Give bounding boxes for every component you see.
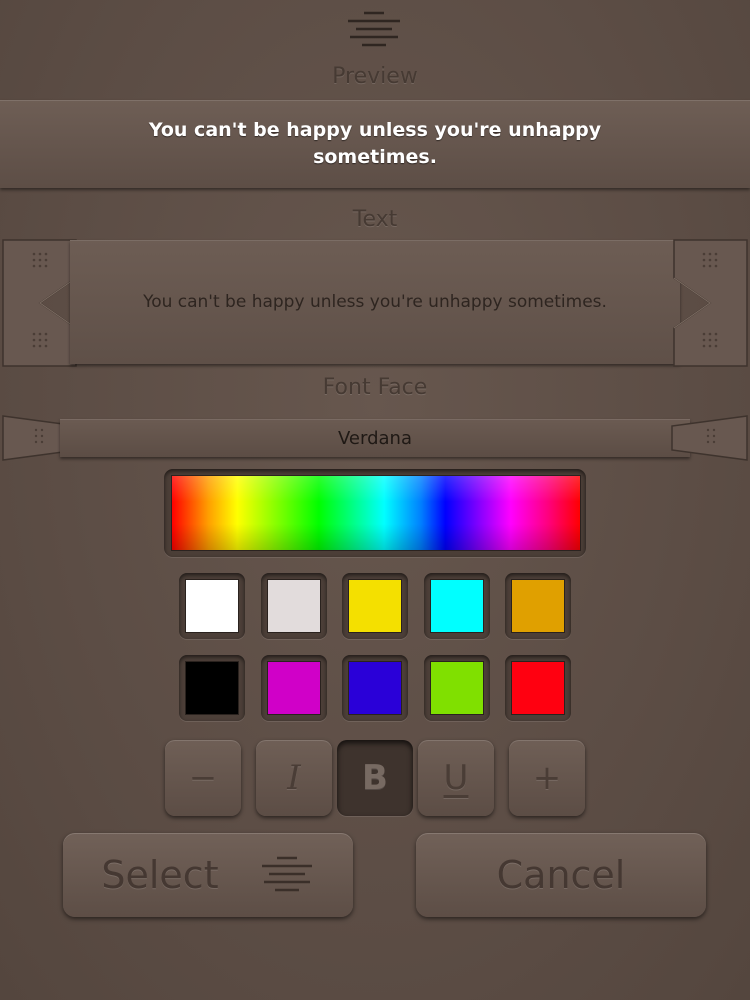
- swatch-amber-chip[interactable]: [511, 579, 565, 633]
- ribbon-left-cap: [0, 238, 80, 368]
- font-right-cap: [670, 412, 750, 464]
- cancel-button-label: Cancel: [496, 853, 626, 897]
- italic-button[interactable]: I: [256, 740, 332, 816]
- align-center-icon: [261, 856, 312, 892]
- swatch-cyan-chip[interactable]: [430, 579, 484, 633]
- cancel-button[interactable]: Cancel: [416, 833, 706, 917]
- underline-button[interactable]: U: [418, 740, 494, 816]
- swatch-black-chip[interactable]: [185, 661, 239, 715]
- swatch-lime[interactable]: [424, 655, 490, 721]
- swatch-lime-chip[interactable]: [430, 661, 484, 715]
- decrease-size-button[interactable]: −: [165, 740, 241, 816]
- align-center-icon[interactable]: [345, 10, 403, 52]
- swatch-black[interactable]: [179, 655, 245, 721]
- swatch-light-gray-chip[interactable]: [267, 579, 321, 633]
- select-button[interactable]: Select: [63, 833, 353, 917]
- text-input-field[interactable]: You can't be happy unless you're unhappy…: [70, 240, 680, 364]
- ribbon-right-cap: [670, 238, 750, 368]
- plus-icon: +: [532, 758, 562, 798]
- text-label: Text: [352, 207, 398, 232]
- bold-button[interactable]: B: [337, 740, 413, 816]
- font-face-value[interactable]: Verdana: [338, 428, 412, 449]
- swatch-white[interactable]: [179, 573, 245, 639]
- swatch-magenta[interactable]: [261, 655, 327, 721]
- font-face-selector[interactable]: Verdana: [60, 419, 690, 457]
- swatch-blue[interactable]: [342, 655, 408, 721]
- text-input-value[interactable]: You can't be happy unless you're unhappy…: [143, 292, 607, 312]
- swatch-light-gray[interactable]: [261, 573, 327, 639]
- color-spectrum-frame: [164, 469, 586, 557]
- swatch-yellow[interactable]: [342, 573, 408, 639]
- underline-icon: U: [443, 758, 469, 798]
- swatch-cyan[interactable]: [424, 573, 490, 639]
- swatch-yellow-chip[interactable]: [348, 579, 402, 633]
- bold-icon: B: [362, 758, 388, 798]
- minus-icon: −: [188, 758, 218, 798]
- preview-label: Preview: [332, 64, 418, 89]
- select-button-label: Select: [101, 853, 219, 897]
- increase-size-button[interactable]: +: [509, 740, 585, 816]
- preview-text: You can't be happy unless you're unhappy…: [148, 119, 602, 168]
- swatch-blue-chip[interactable]: [348, 661, 402, 715]
- swatch-magenta-chip[interactable]: [267, 661, 321, 715]
- italic-icon: I: [287, 758, 301, 798]
- swatch-red[interactable]: [505, 655, 571, 721]
- preview-panel: You can't be happy unless you're unhappy…: [0, 100, 750, 188]
- swatch-white-chip[interactable]: [185, 579, 239, 633]
- color-spectrum-picker[interactable]: [171, 475, 581, 551]
- font-face-label: Font Face: [322, 375, 428, 400]
- swatch-red-chip[interactable]: [511, 661, 565, 715]
- swatch-amber[interactable]: [505, 573, 571, 639]
